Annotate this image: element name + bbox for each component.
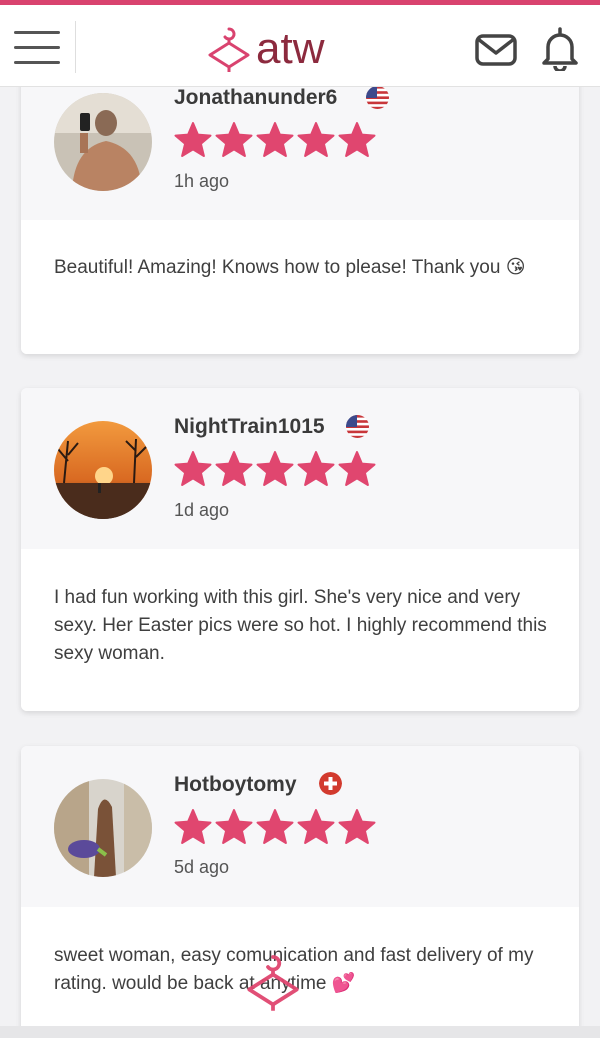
star-icon: [297, 451, 335, 486]
rating-stars: [174, 450, 376, 488]
site-logo[interactable]: atw: [206, 23, 324, 75]
rating-stars: [174, 121, 376, 159]
notifications-button[interactable]: [540, 27, 580, 73]
review-time: 1d ago: [174, 500, 230, 520]
review-text: I had fun working with this girl. She's …: [54, 587, 547, 664]
review-time: 1h ago: [174, 171, 230, 191]
us-flag-icon: [346, 415, 369, 438]
star-icon: [215, 809, 253, 844]
reviewer-username[interactable]: Hotboytomy: [174, 773, 297, 797]
review-card-header: Hotboytomy 5d ago: [21, 746, 579, 907]
star-icon: [338, 809, 376, 844]
avatar[interactable]: [54, 93, 152, 191]
hanger-logo-icon: [208, 27, 250, 72]
reviewer-username[interactable]: NightTrain1015: [174, 415, 325, 439]
bell-icon: [542, 27, 578, 73]
avatar[interactable]: [54, 779, 152, 877]
review-card-header: NightTrain1015 1d ago: [21, 388, 579, 549]
star-icon: [297, 809, 335, 844]
star-icon: [215, 122, 253, 157]
review-text: Beautiful! Amazing! Knows how to please!…: [54, 257, 526, 278]
avatar[interactable]: [54, 421, 152, 519]
mail-button[interactable]: [474, 33, 518, 67]
review-card-body: Beautiful! Amazing! Knows how to please!…: [21, 220, 579, 354]
review-card-body: I had fun working with this girl. She's …: [21, 549, 579, 711]
rating-stars: [174, 808, 376, 846]
reviewer-username[interactable]: Jonathanunder6: [174, 86, 337, 110]
review-card: Jonathanunder6 1h ago Beautiful! Amazing…: [21, 60, 579, 354]
star-icon: [215, 451, 253, 486]
header-divider: [75, 21, 76, 73]
menu-icon[interactable]: [14, 31, 60, 67]
mail-icon: [475, 34, 517, 66]
logo-text: atw: [256, 24, 325, 73]
top-bar: atw: [0, 0, 600, 87]
swiss-flag-icon: [319, 772, 342, 795]
review-text: sweet woman, easy comunication and fast …: [54, 945, 534, 994]
star-icon: [174, 809, 212, 844]
star-icon: [256, 122, 294, 157]
star-icon: [338, 451, 376, 486]
us-flag-icon: [366, 86, 389, 109]
star-icon: [174, 122, 212, 157]
bottom-scroll-edge: [0, 1026, 600, 1038]
review-card: NightTrain1015 1d ago I had fun working …: [21, 388, 579, 711]
star-icon: [297, 122, 335, 157]
hanger-watermark-icon: [247, 955, 299, 1011]
star-icon: [256, 451, 294, 486]
review-time: 5d ago: [174, 857, 230, 877]
star-icon: [174, 451, 212, 486]
star-icon: [256, 809, 294, 844]
star-icon: [338, 122, 376, 157]
